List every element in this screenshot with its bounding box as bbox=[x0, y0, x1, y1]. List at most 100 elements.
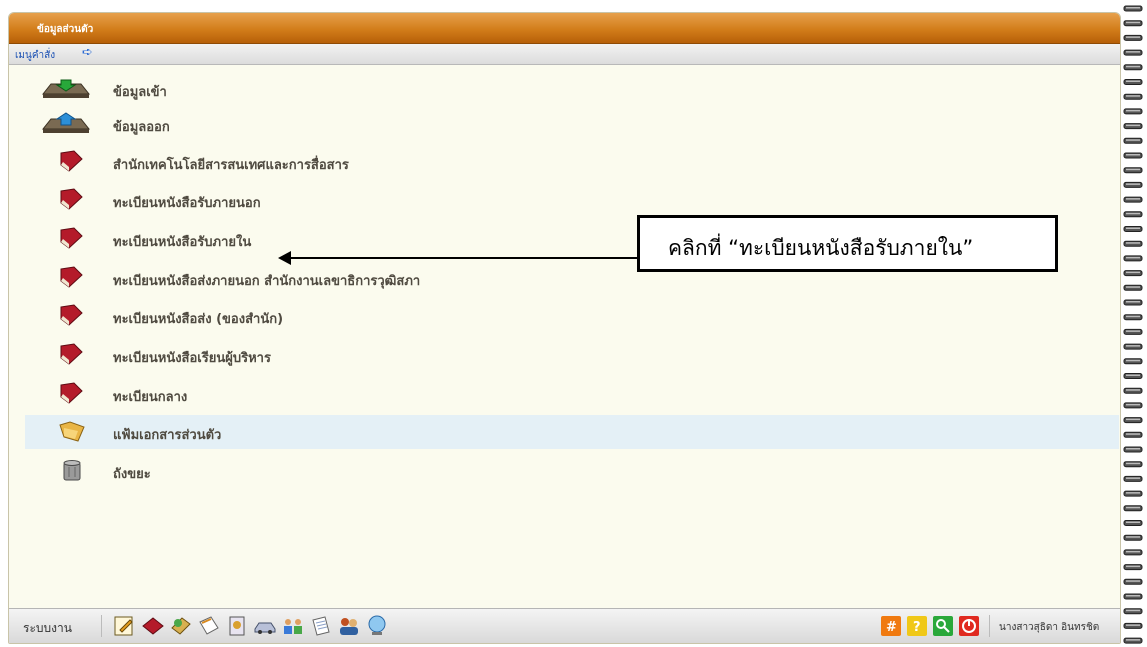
spiral-ring-highlight bbox=[1126, 418, 1140, 421]
red-book-icon bbox=[58, 303, 84, 331]
item-label: ข้อมูลออก bbox=[113, 120, 170, 135]
callout-box: คลิกที่ “ทะเบียนหนังสือรับภายใน” bbox=[637, 215, 1058, 272]
power-icon[interactable] bbox=[959, 616, 979, 636]
spiral-ring-highlight bbox=[1126, 227, 1140, 229]
spiral-ring-highlight bbox=[1126, 109, 1140, 112]
red-book-icon bbox=[58, 187, 84, 215]
spiral-ring-highlight bbox=[1126, 595, 1140, 597]
users-icon[interactable] bbox=[337, 614, 361, 638]
list-item-trash[interactable]: ถังขยะ bbox=[25, 454, 1119, 488]
monitor-icon[interactable] bbox=[365, 614, 389, 638]
spiral-ring-highlight bbox=[1126, 154, 1140, 156]
spiral-ring-highlight bbox=[1126, 580, 1140, 582]
system-label: ระบบงาน bbox=[23, 621, 72, 635]
spiral-ring-highlight bbox=[1126, 330, 1140, 332]
spiral-ring-highlight bbox=[1126, 448, 1140, 450]
red-book-icon bbox=[58, 265, 84, 293]
hash-icon[interactable]: # bbox=[881, 616, 901, 636]
toolbar-separator bbox=[101, 615, 102, 637]
spiral-ring-highlight bbox=[1126, 624, 1140, 626]
spiral-ring-highlight bbox=[1126, 492, 1140, 494]
help-icon[interactable]: ? bbox=[907, 616, 927, 636]
list-item-receive-external[interactable]: ทะเบียนหนังสือรับภายนอก bbox=[25, 183, 1119, 217]
spiral-ring-highlight bbox=[1126, 403, 1140, 406]
item-label: ทะเบียนหนังสือเรียนผู้บริหาร bbox=[113, 351, 271, 366]
spiral-ring bbox=[1123, 123, 1143, 130]
clipboard-icon[interactable] bbox=[309, 614, 333, 638]
command-menubar[interactable]: เมนูคำสั่ง ➪ bbox=[9, 44, 1120, 65]
toolbar-separator bbox=[989, 615, 990, 637]
spiral-ring-highlight bbox=[1126, 389, 1140, 391]
callout-arrow-line bbox=[289, 257, 637, 259]
spiral-ring-highlight bbox=[1126, 256, 1140, 259]
window-titlebar: ข้อมูลส่วนตัว bbox=[9, 13, 1120, 44]
document-icon[interactable] bbox=[225, 614, 249, 638]
callout-text: คลิกที่ “ทะเบียนหนังสือรับภายใน” bbox=[668, 236, 974, 260]
spiral-ring-highlight bbox=[1126, 242, 1140, 244]
item-label: สำนักเทคโนโลยีสารสนเทศและการสื่อสาร bbox=[113, 158, 349, 173]
red-book-icon bbox=[58, 381, 84, 409]
spiral-ring-highlight bbox=[1126, 80, 1140, 82]
folder-icon bbox=[58, 419, 86, 447]
spiral-ring-highlight bbox=[1126, 462, 1140, 465]
spiral-ring-highlight bbox=[1126, 21, 1140, 24]
item-label: แฟ้มเอกสารส่วนตัว bbox=[113, 428, 222, 443]
spiral-ring-highlight bbox=[1126, 506, 1140, 509]
menu-command-label[interactable]: เมนูคำสั่ง bbox=[15, 48, 55, 63]
spiral-ring-highlight bbox=[1126, 550, 1140, 553]
spiral-ring-highlight bbox=[1126, 639, 1140, 641]
people-meeting-icon[interactable] bbox=[281, 614, 305, 638]
main-window: ข้อมูลส่วนตัว เมนูคำสั่ง ➪ ข้อมูลเข้า ข้… bbox=[8, 12, 1121, 644]
car-icon[interactable] bbox=[253, 614, 277, 638]
calendar-icon[interactable] bbox=[197, 614, 221, 638]
list-item-personal-folder[interactable]: แฟ้มเอกสารส่วนตัว bbox=[25, 415, 1119, 449]
list-item-ict-office[interactable]: สำนักเทคโนโลยีสารสนเทศและการสื่อสาร bbox=[25, 145, 1119, 179]
spiral-ring-highlight bbox=[1126, 286, 1140, 288]
item-label: ข้อมูลเข้า bbox=[113, 85, 167, 100]
item-label: ทะเบียนหนังสือส่งภายนอก สำนักงานเลขาธิกา… bbox=[113, 274, 421, 289]
spiral-ring-highlight bbox=[1126, 7, 1140, 9]
spiral-ring-highlight bbox=[1126, 359, 1140, 362]
user-name: นางสาวสุธิดา อินทรชิต bbox=[999, 622, 1100, 633]
spiral-ring-highlight bbox=[1126, 168, 1140, 171]
spiral-ring-highlight bbox=[1126, 183, 1140, 185]
red-book-icon bbox=[58, 226, 84, 254]
arrow-right-icon[interactable]: ➪ bbox=[82, 45, 93, 60]
item-label: ถังขยะ bbox=[113, 467, 151, 482]
item-label: ทะเบียนหนังสือรับภายนอก bbox=[113, 196, 261, 211]
spiral-ring-highlight bbox=[1126, 477, 1140, 479]
list-item-central-register[interactable]: ทะเบียนกลาง bbox=[25, 377, 1119, 411]
list-item-outgoing[interactable]: ข้อมูลออก bbox=[25, 107, 1119, 141]
item-label: ทะเบียนหนังสือรับภายใน bbox=[113, 235, 252, 250]
spiral-ring-highlight bbox=[1126, 536, 1140, 538]
notepad-icon[interactable] bbox=[112, 614, 136, 638]
book-icon[interactable] bbox=[141, 614, 165, 638]
window-title: ข้อมูลส่วนตัว bbox=[37, 24, 94, 35]
search-icon[interactable] bbox=[933, 616, 953, 636]
item-label: ทะเบียนหนังสือส่ง (ของสำนัก) bbox=[113, 312, 284, 327]
spiral-ring-highlight bbox=[1126, 565, 1140, 568]
spiral-ring-highlight bbox=[1126, 212, 1140, 215]
spiral-ring-highlight bbox=[1126, 271, 1140, 274]
svg-text:#: # bbox=[886, 620, 897, 635]
spiral-ring-highlight bbox=[1126, 374, 1140, 376]
spiral-ring-highlight bbox=[1126, 609, 1140, 612]
trash-bin-icon bbox=[61, 458, 83, 486]
list-item-send-office[interactable]: ทะเบียนหนังสือส่ง (ของสำนัก) bbox=[25, 299, 1119, 333]
spiral-ring-highlight bbox=[1126, 315, 1140, 318]
svg-text:?: ? bbox=[913, 620, 921, 635]
list-item-executive-letters[interactable]: ทะเบียนหนังสือเรียนผู้บริหาร bbox=[25, 338, 1119, 372]
tools-icon[interactable] bbox=[169, 614, 193, 638]
red-book-icon bbox=[58, 149, 84, 177]
list-item-incoming[interactable]: ข้อมูลเข้า bbox=[25, 72, 1119, 106]
spiral-ring-highlight bbox=[1126, 51, 1140, 53]
spiral-ring-highlight bbox=[1126, 36, 1140, 38]
spiral-binding-decoration bbox=[1123, 5, 1143, 644]
spiral-ring-highlight bbox=[1126, 124, 1140, 127]
outbox-tray-icon bbox=[41, 111, 91, 139]
spiral-ring-highlight bbox=[1126, 95, 1140, 97]
spiral-ring-highlight bbox=[1126, 198, 1140, 200]
spiral-ring-highlight bbox=[1126, 345, 1140, 347]
item-label: ทะเบียนกลาง bbox=[113, 390, 188, 405]
spiral-ring-highlight bbox=[1126, 65, 1140, 68]
